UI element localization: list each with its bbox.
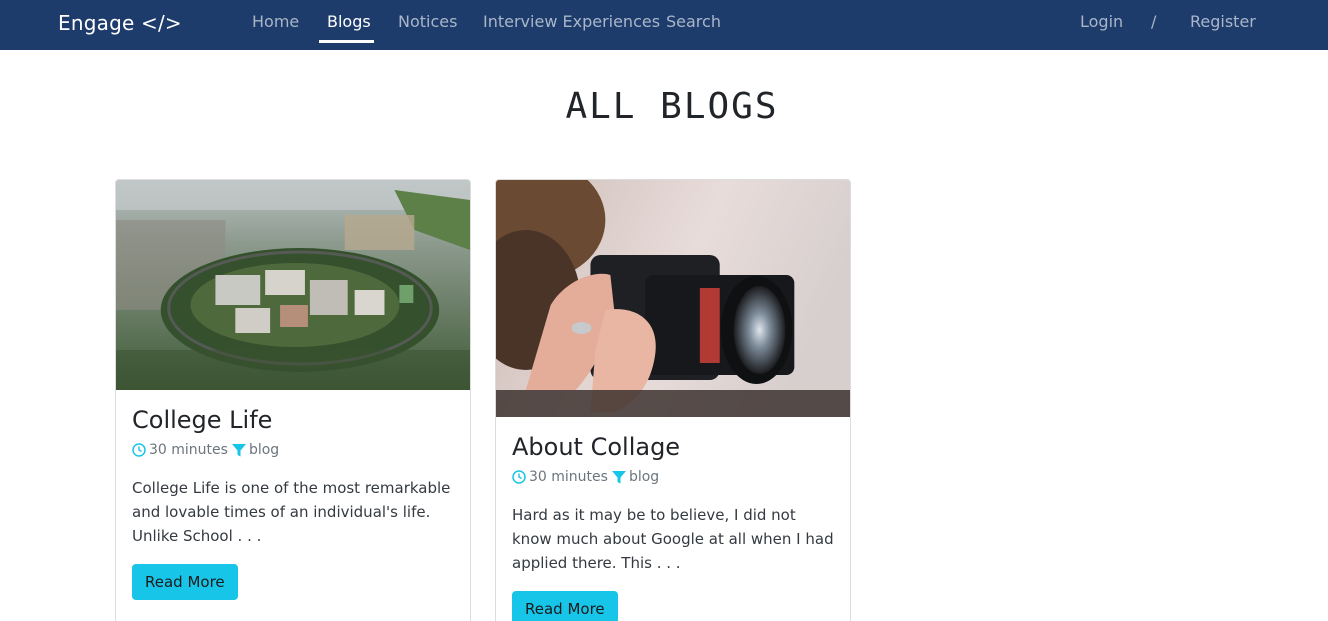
- card-meta: 30 minutes blog: [512, 469, 834, 485]
- nav-blogs[interactable]: Blogs: [327, 12, 371, 31]
- card-category: blog: [628, 469, 660, 485]
- card-excerpt: Hard as it may be to believe, I did not …: [512, 506, 834, 572]
- card-duration: 30 minutes: [149, 442, 228, 458]
- nav-login[interactable]: Login: [1080, 12, 1123, 31]
- card-meta: 30 minutes blog: [132, 442, 454, 458]
- blog-card: About Collage 30 minutes blog Hard as it…: [495, 179, 851, 621]
- card-title[interactable]: College Life: [132, 406, 454, 434]
- filter-icon: [611, 470, 626, 483]
- clock-icon: [132, 443, 146, 457]
- active-tab-indicator: [319, 40, 374, 43]
- nav-search[interactable]: Search: [666, 12, 721, 31]
- clock-icon: [512, 470, 526, 484]
- read-more-button[interactable]: Read More: [132, 564, 238, 600]
- brand-logo[interactable]: Engage </>: [58, 11, 182, 35]
- top-navbar: Engage </> Home Blogs Notices Interview …: [0, 0, 1328, 50]
- card-duration: 30 minutes: [529, 469, 608, 485]
- card-excerpt: College Life is one of the most remarkab…: [132, 479, 451, 545]
- read-more-button[interactable]: Read More: [512, 591, 618, 621]
- page-title: ALL BLOGS: [565, 86, 779, 127]
- nav-home[interactable]: Home: [252, 12, 299, 31]
- nav-separator: /: [1151, 12, 1157, 31]
- card-category: blog: [248, 442, 280, 458]
- card-title[interactable]: About Collage: [512, 433, 834, 461]
- nav-register[interactable]: Register: [1190, 12, 1256, 31]
- filter-icon: [231, 443, 246, 456]
- blog-image-campus-aerial[interactable]: [116, 180, 470, 390]
- blog-card: College Life 30 minutes blog College Lif…: [115, 179, 471, 621]
- blog-image-camera[interactable]: [496, 180, 850, 417]
- nav-interview-experiences[interactable]: Interview Experiences: [483, 12, 660, 31]
- nav-notices[interactable]: Notices: [398, 12, 457, 31]
